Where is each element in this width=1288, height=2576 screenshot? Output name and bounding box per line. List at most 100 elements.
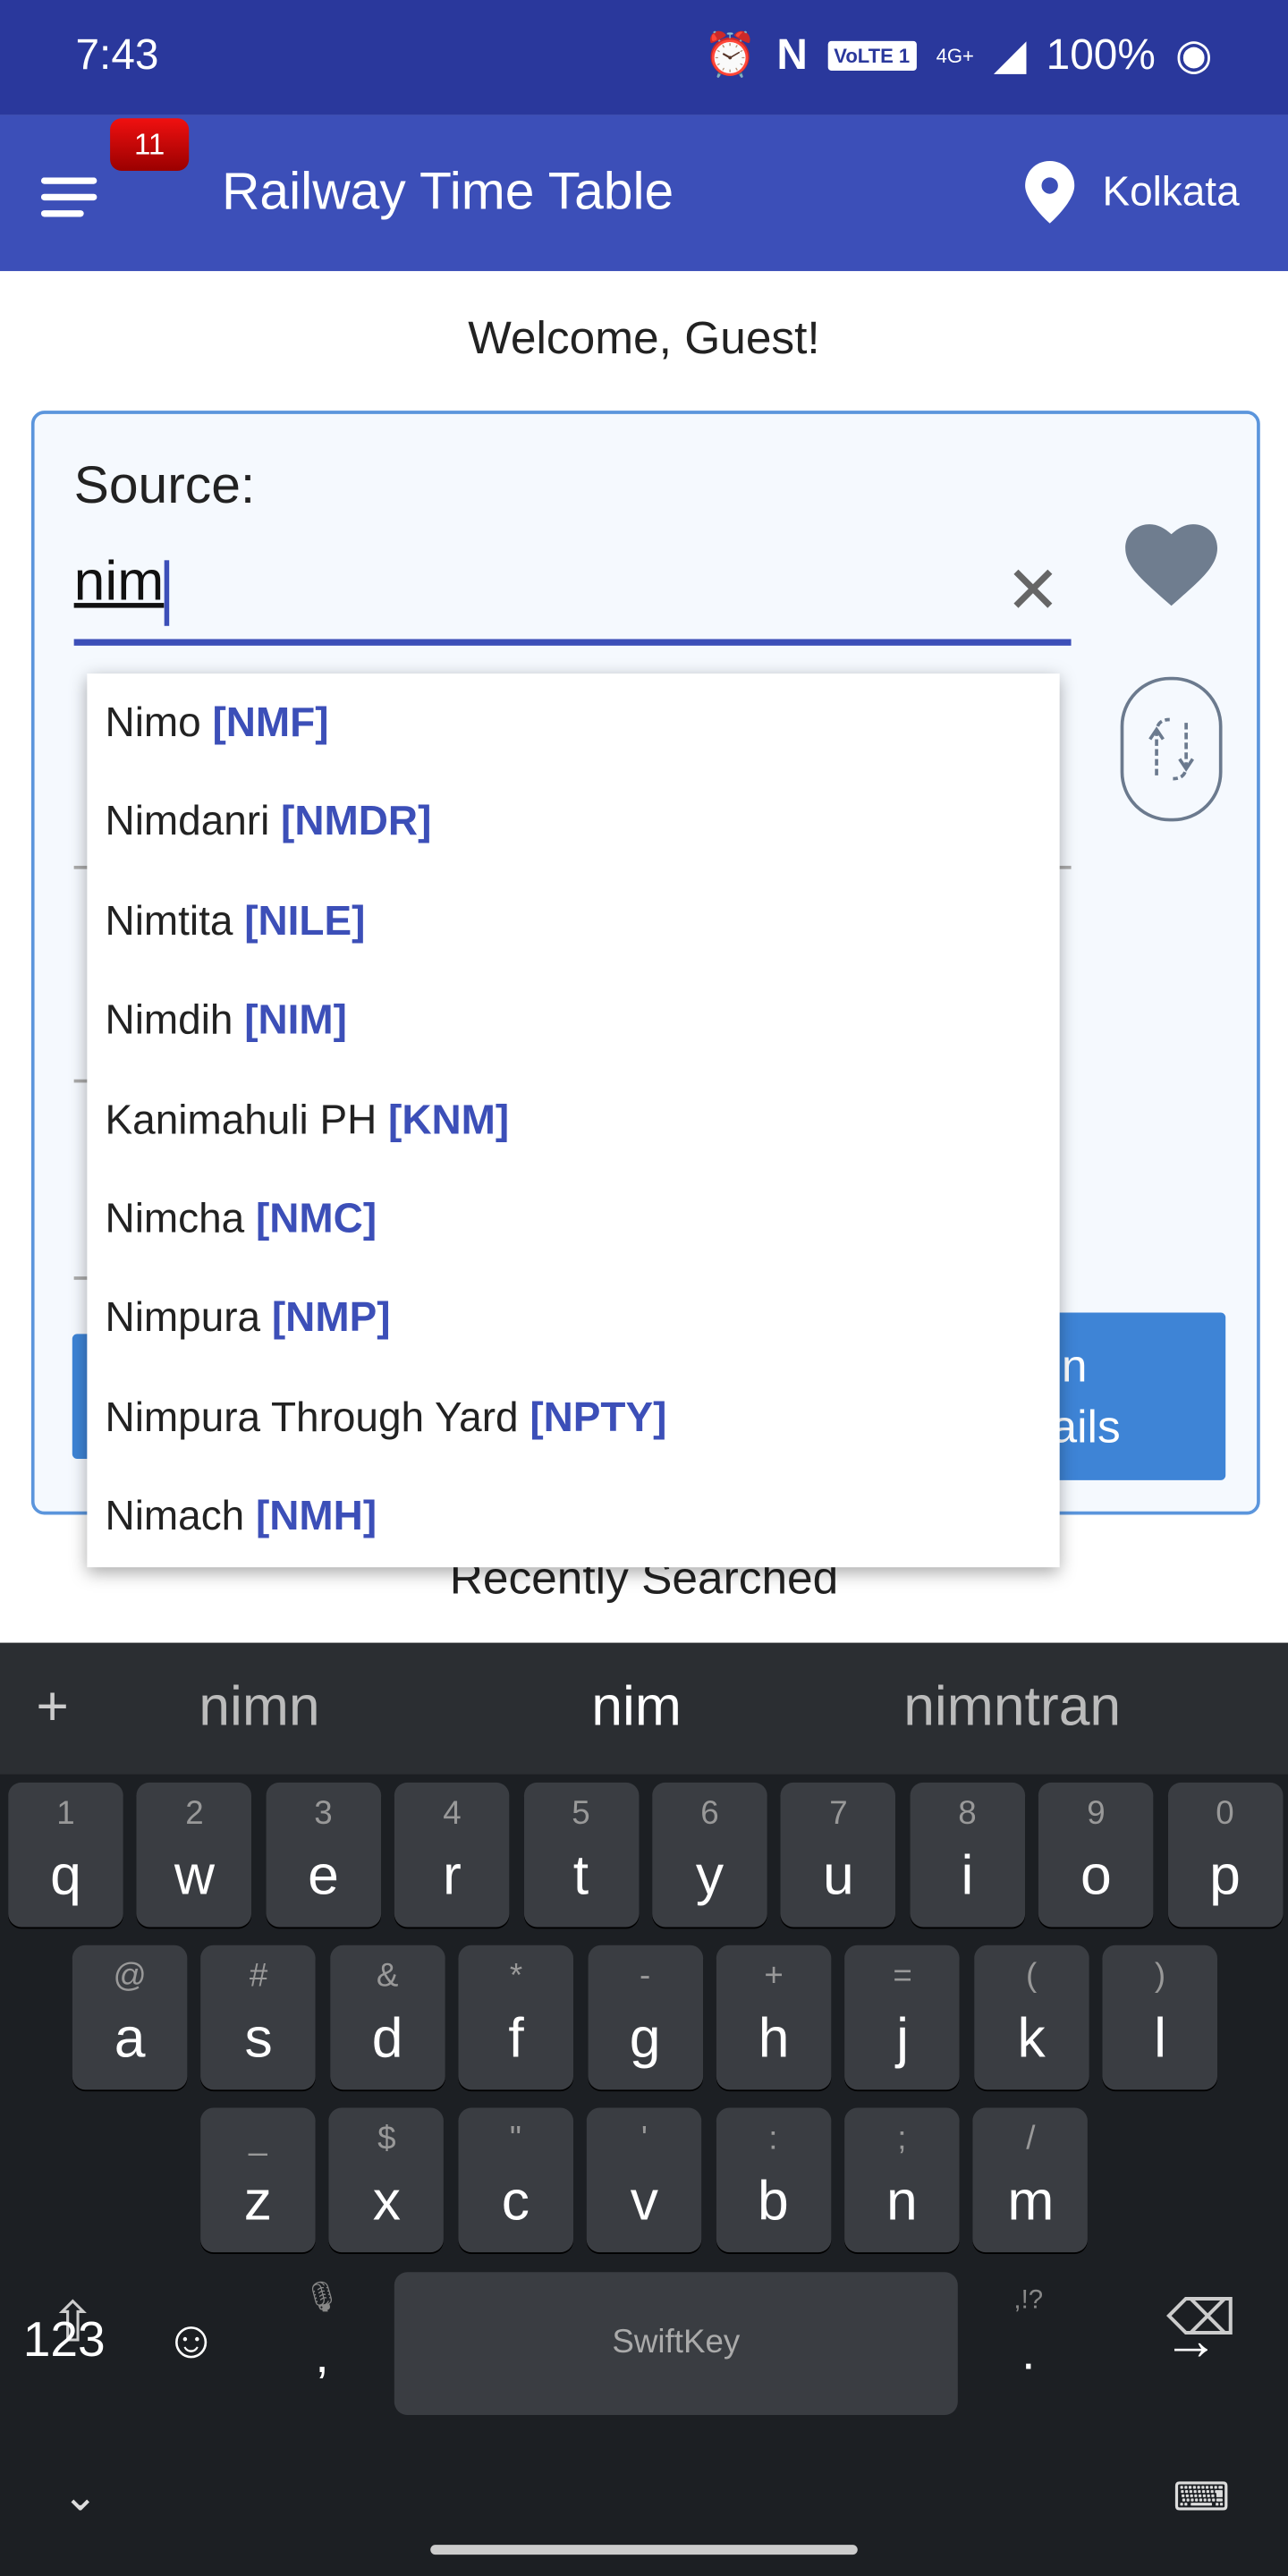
- key-o[interactable]: 9o: [1038, 1782, 1154, 1928]
- key-r[interactable]: 4r: [394, 1782, 510, 1928]
- gesture-handle[interactable]: [430, 2545, 858, 2555]
- key-label: f: [508, 2007, 524, 2071]
- comma-key[interactable]: ,: [296, 2329, 349, 2385]
- prediction[interactable]: nimn: [199, 1675, 319, 1740]
- key-i[interactable]: 8i: [910, 1782, 1025, 1928]
- key-hint: -: [639, 1958, 651, 1995]
- key-label: g: [629, 2007, 661, 2071]
- key-m[interactable]: / m: [973, 2107, 1089, 2253]
- key-label: v: [630, 2170, 658, 2233]
- station-name: Nimpura Through Yard: [105, 1394, 519, 1441]
- location-label[interactable]: Kolkata: [1102, 169, 1239, 216]
- battery-text: 100%: [1046, 30, 1156, 80]
- key-label: x: [372, 2170, 401, 2233]
- key-hint: 5: [572, 1795, 590, 1832]
- station-option[interactable]: Nimcha [NMC]: [87, 1170, 1059, 1269]
- nfc-icon: N: [776, 30, 808, 80]
- clear-icon[interactable]: ✕: [1005, 558, 1061, 623]
- key-d[interactable]: & d: [329, 1945, 445, 2090]
- key-g[interactable]: -g: [587, 1945, 703, 2090]
- key-w[interactable]: 2w: [137, 1782, 252, 1928]
- key-label: o: [1080, 1844, 1112, 1908]
- prediction[interactable]: nimntran: [903, 1675, 1121, 1740]
- key-label: c: [501, 2170, 530, 2233]
- key-n[interactable]: ; n: [844, 2107, 960, 2253]
- key-z[interactable]: _ z: [200, 2107, 316, 2253]
- prediction-bar: + nimn nim nimntran: [0, 1642, 1288, 1775]
- period-key[interactable]: .: [1002, 2326, 1055, 2382]
- key-hint: 2: [185, 1795, 204, 1832]
- key-u[interactable]: 7u: [781, 1782, 896, 1928]
- key-hint: $: [377, 2121, 396, 2157]
- key-label: b: [757, 2170, 789, 2233]
- heart-icon[interactable]: [1121, 516, 1223, 608]
- location-pin-icon[interactable]: [1023, 160, 1076, 224]
- key-p[interactable]: 0p: [1167, 1782, 1283, 1928]
- emoji-key[interactable]: ☺: [165, 2309, 218, 2370]
- key-k[interactable]: (k: [973, 1945, 1089, 2090]
- station-option[interactable]: Nimdanri [NMDR]: [87, 773, 1059, 872]
- key-hint: ): [1154, 1958, 1166, 1995]
- station-code: [NMH]: [255, 1493, 377, 1540]
- battery-icon: ◉: [1174, 30, 1213, 80]
- key-hint: 1: [56, 1795, 75, 1832]
- key-hint: 3: [314, 1795, 333, 1832]
- keyboard-icon[interactable]: ⌨: [1173, 2474, 1230, 2521]
- source-input[interactable]: nim: [73, 550, 1072, 646]
- key-label: p: [1209, 1844, 1241, 1908]
- hide-keyboard-chevron-icon[interactable]: ⌄: [63, 2470, 98, 2521]
- key-hint: :: [768, 2121, 778, 2157]
- numbers-key[interactable]: 123: [23, 2313, 106, 2368]
- station-option[interactable]: Nimach [NMH]: [87, 1467, 1059, 1566]
- key-q[interactable]: 1q: [8, 1782, 123, 1928]
- key-label: e: [308, 1844, 339, 1908]
- key-c[interactable]: " c: [458, 2107, 573, 2253]
- source-label: Source:: [73, 454, 256, 514]
- key-hint: =: [893, 1958, 912, 1995]
- key-label: m: [1007, 2170, 1055, 2233]
- station-code: [NIM]: [244, 997, 347, 1044]
- key-hint: &: [376, 1958, 399, 1995]
- station-option[interactable]: Nimpura Through Yard [NPTY]: [87, 1368, 1059, 1468]
- key-h[interactable]: + h: [716, 1945, 832, 2090]
- key-hint: (: [1025, 1958, 1038, 1995]
- menu-icon[interactable]: [40, 177, 100, 217]
- station-name: Nimach: [105, 1493, 245, 1540]
- key-a[interactable]: @ a: [72, 1945, 188, 2090]
- key-f[interactable]: * f: [458, 1945, 574, 2090]
- station-option[interactable]: Nimo [NMF]: [87, 674, 1059, 773]
- station-name: Nimo: [105, 699, 201, 746]
- train-details-button[interactable]: in ails: [1051, 1312, 1226, 1480]
- key-label: a: [114, 2007, 146, 2071]
- station-option[interactable]: Kanimahuli PH [KNM]: [87, 1071, 1059, 1170]
- key-e[interactable]: 3e: [266, 1782, 381, 1928]
- enter-key[interactable]: →: [1158, 2309, 1224, 2374]
- key-hint: 7: [829, 1795, 848, 1832]
- station-name: Nimpura: [105, 1294, 261, 1342]
- key-label: t: [572, 1844, 589, 1908]
- key-label: k: [1017, 2007, 1046, 2071]
- swap-stations-button[interactable]: [1120, 676, 1223, 822]
- key-x[interactable]: $ x: [329, 2107, 445, 2253]
- key-s[interactable]: # s: [200, 1945, 317, 2090]
- key-v[interactable]: ' v: [587, 2107, 702, 2253]
- key-l[interactable]: ) l: [1102, 1945, 1218, 2090]
- prediction[interactable]: nim: [591, 1675, 682, 1740]
- key-j[interactable]: = j: [844, 1945, 961, 2090]
- button-label: in: [1051, 1340, 1088, 1392]
- key-b[interactable]: :b: [716, 2107, 831, 2253]
- key-t[interactable]: 5t: [523, 1782, 639, 1928]
- keyboard: + nimn nim nimntran 1q2w3e4r5t6y7u8i9o0p…: [0, 1642, 1288, 2576]
- plus-icon[interactable]: +: [36, 1675, 68, 1740]
- station-option[interactable]: Nimtita [NILE]: [87, 872, 1059, 971]
- station-option[interactable]: Nimdih [NIM]: [87, 971, 1059, 1071]
- station-suggestions-dropdown: Nimo [NMF] Nimdanri [NMDR] Nimtita [NILE] N…: [87, 674, 1060, 1568]
- station-code: [NMC]: [255, 1196, 377, 1242]
- key-y[interactable]: 6y: [652, 1782, 767, 1928]
- key-label: q: [50, 1844, 81, 1908]
- space-key[interactable]: SwiftKey: [394, 2272, 958, 2415]
- station-option[interactable]: Nimpura [NMP]: [87, 1269, 1059, 1368]
- key-label: w: [174, 1844, 216, 1908]
- clock: 7:43: [75, 30, 159, 80]
- key-hint: +: [764, 1958, 784, 1995]
